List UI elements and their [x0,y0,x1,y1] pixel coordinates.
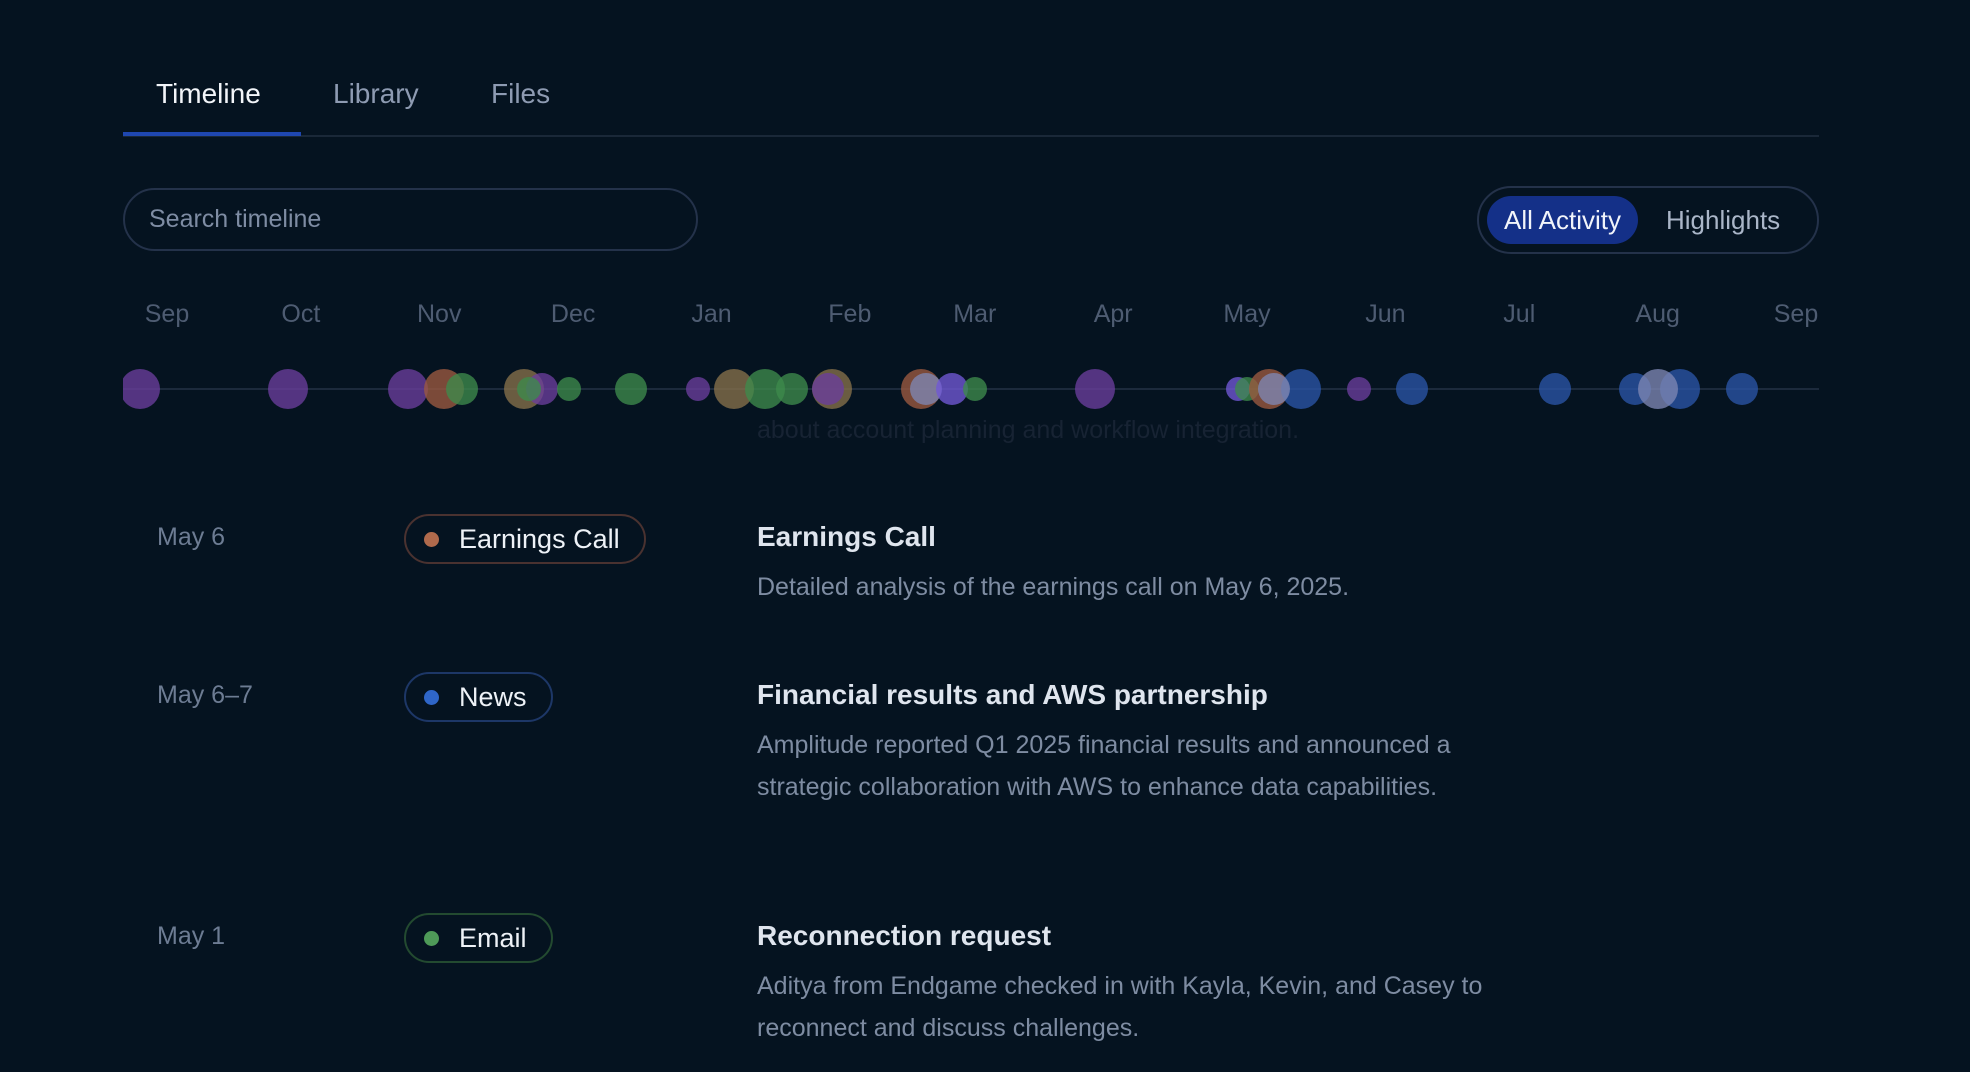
entry-type-badge[interactable]: Email [404,913,553,963]
month-label: Oct [281,300,321,328]
entry-type-label: Email [459,922,527,953]
timeline-events [123,340,1819,440]
month-label: Sep [144,300,190,328]
month-label: Aug [1635,300,1680,328]
month-label: Nov [417,300,462,328]
timeline-event-dot[interactable] [516,377,541,401]
timeline-event-dot[interactable] [1075,369,1116,409]
entry-date: May 6 [157,523,226,551]
entry-title[interactable]: Reconnection request [757,920,1051,952]
month-label: Mar [953,300,997,328]
entry-type-badge[interactable]: News [404,672,553,722]
entry-date: May 1 [157,922,226,950]
type-dot-icon [424,930,439,946]
timeline-event-dot[interactable] [123,369,161,409]
timeline-event-dot[interactable] [686,377,711,401]
timeline-event-dot[interactable] [615,373,648,405]
month-label: Dec [550,300,596,328]
month-label: Jun [1365,300,1406,328]
timeline-event-dot[interactable] [1726,373,1759,405]
month-label: Apr [1093,300,1133,328]
entry-type-badge[interactable]: Earnings Call [404,514,646,564]
month-label: May [1223,300,1271,328]
entry-type-label: Earnings Call [459,523,620,554]
entry-description: Detailed analysis of the earnings call o… [757,573,1350,601]
entry-type-label: News [459,681,527,712]
timeline-event-dot[interactable] [388,369,428,409]
timeline-event-dot[interactable] [1538,373,1571,405]
entry-description: Aditya from Endgame checked in with Kayl… [757,972,1483,1042]
entry-description: Amplitude reported Q1 2025 financial res… [757,731,1451,801]
entry-title[interactable]: Earnings Call [757,521,936,553]
timeline-event-dot[interactable] [267,369,308,409]
entry-date: May 6–7 [157,681,253,709]
timeline-event-dot[interactable] [962,377,987,401]
entry-title[interactable]: Financial results and AWS partnership [757,679,1268,711]
type-dot-icon [424,689,439,705]
timeline-event-dot[interactable] [556,377,581,401]
month-label: Sep [1773,300,1819,328]
timeline-event-dot[interactable] [1396,373,1429,405]
timeline-event-dot[interactable] [1257,373,1290,405]
timeline-event-dot[interactable] [1346,377,1371,401]
month-label: Feb [828,300,872,328]
month-label: Jul [1503,300,1536,328]
type-dot-icon [424,531,439,547]
timeline-event-dot[interactable] [445,373,478,405]
month-label: Jan [691,300,732,328]
timeline-event-dot[interactable] [811,373,844,405]
timeline-event-dot[interactable] [1637,369,1678,409]
timeline-event-dot[interactable] [775,373,808,405]
